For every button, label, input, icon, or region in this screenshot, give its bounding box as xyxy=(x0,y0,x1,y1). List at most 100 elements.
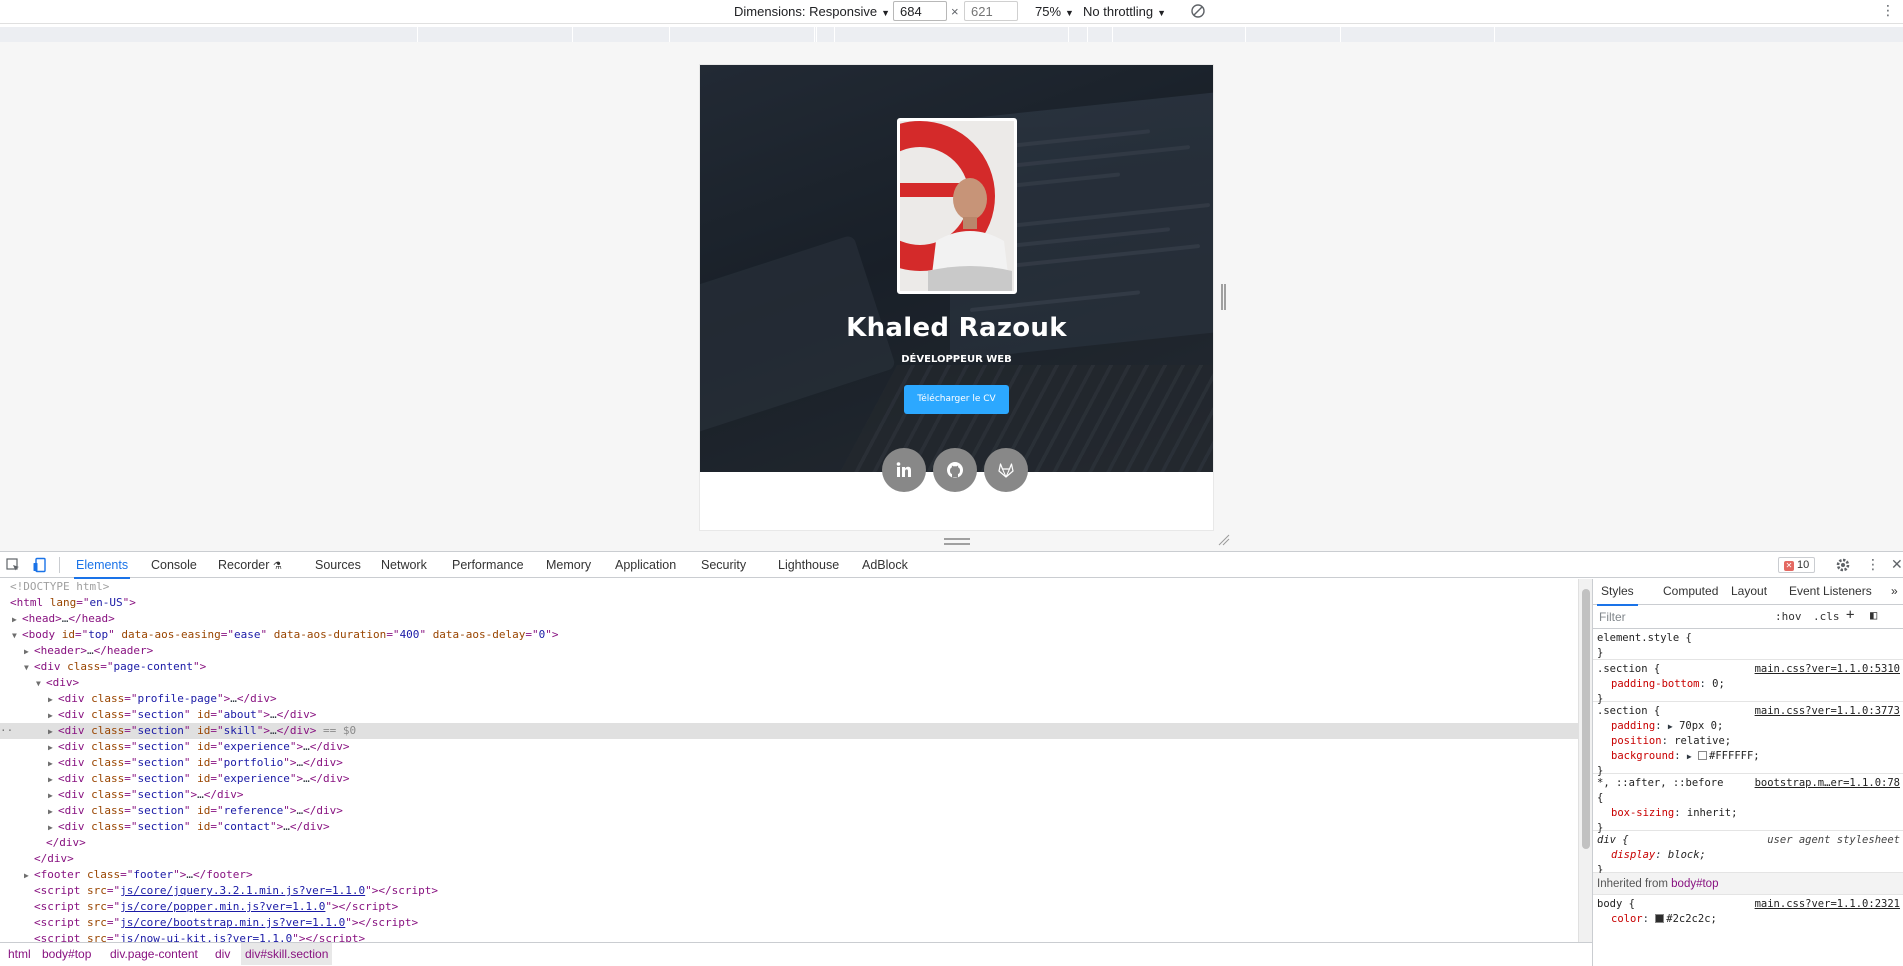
class-toggle[interactable]: .cls xyxy=(1813,610,1840,623)
expand-triangle-icon[interactable]: ▶ xyxy=(24,644,34,660)
expand-triangle-icon[interactable]: ▶ xyxy=(48,788,58,804)
more-options-icon[interactable]: ⋮ xyxy=(1866,556,1880,573)
height-input[interactable] xyxy=(964,1,1018,21)
node-actions-icon[interactable]: ·· xyxy=(0,723,13,739)
expand-triangle-icon[interactable]: ▶ xyxy=(12,612,22,628)
dom-node-script[interactable]: <script src="js/core/popper.min.js?ver=1… xyxy=(0,899,1578,915)
expand-triangle-icon[interactable]: ▶ xyxy=(48,820,58,836)
dom-node-section-skill[interactable]: ·· ▶ <div class="section" id="skill">…</d… xyxy=(0,723,1578,739)
close-icon[interactable]: ✕ xyxy=(1891,556,1903,573)
expand-triangle-icon[interactable]: ▶ xyxy=(24,868,34,884)
expand-triangle-icon[interactable]: ▶ xyxy=(48,692,58,708)
tab-sources[interactable]: Sources xyxy=(315,558,361,572)
tab-computed[interactable]: Computed xyxy=(1663,584,1718,598)
scrollbar-thumb[interactable] xyxy=(1582,589,1590,849)
tab-performance[interactable]: Performance xyxy=(452,558,524,572)
dom-node-header[interactable]: ▶ <header>…</header> xyxy=(0,643,1578,659)
tab-event-listeners[interactable]: Event Listeners xyxy=(1789,584,1872,598)
hover-state-toggle[interactable]: :hov xyxy=(1775,610,1802,623)
expand-triangle-icon[interactable]: ▶ xyxy=(48,756,58,772)
tab-layout[interactable]: Layout xyxy=(1731,584,1767,598)
github-button[interactable] xyxy=(933,448,977,492)
color-swatch[interactable] xyxy=(1655,914,1665,923)
linkedin-button[interactable] xyxy=(882,448,926,492)
rule-source-link[interactable]: bootstrap.m…er=1.1.0:78 xyxy=(1755,776,1900,791)
breadcrumb-skill-section[interactable]: div#skill.section xyxy=(241,943,333,965)
dom-node-section-experience[interactable]: ▶ <div class="section" id="experience">…<… xyxy=(0,771,1578,787)
styles-filter-input[interactable]: Filter xyxy=(1599,610,1626,624)
dom-node-section-portfolio[interactable]: ▶ <div class="section" id="portfolio">…</… xyxy=(0,755,1578,771)
dom-node-profile-page[interactable]: ▶ <div class="profile-page">…</div> xyxy=(0,691,1578,707)
rule-source-link[interactable]: main.css?ver=1.1.0:3773 xyxy=(1755,704,1900,719)
dom-node-div[interactable]: ▼ <div> xyxy=(0,675,1578,691)
dom-node-body[interactable]: ▼ <body id="top" data-aos-easing="ease" d… xyxy=(0,627,1578,643)
dom-node-doctype[interactable]: <!DOCTYPE html> xyxy=(0,579,1578,595)
dom-tree-scrollbar[interactable] xyxy=(1578,579,1592,942)
gear-icon[interactable] xyxy=(1835,557,1851,573)
dom-node-script[interactable]: <script src="js/now-ui-kit.js?ver=1.1.0"… xyxy=(0,931,1578,942)
tab-elements[interactable]: Elements xyxy=(73,558,131,579)
dimensions-dropdown[interactable]: Dimensions: Responsive ▼ xyxy=(734,4,890,19)
tab-application[interactable]: Application xyxy=(615,558,676,572)
dom-node-script[interactable]: <script src="js/core/jquery.3.2.1.min.js… xyxy=(0,883,1578,899)
tab-lighthouse[interactable]: Lighthouse xyxy=(778,558,839,572)
tab-security[interactable]: Security xyxy=(701,558,746,572)
expand-triangle-icon[interactable]: ▶ xyxy=(48,724,58,740)
dom-tree[interactable]: <!DOCTYPE html> <html lang="en-US"> ▶ <he… xyxy=(0,579,1578,942)
inherited-from-link[interactable]: body#top xyxy=(1671,878,1718,890)
viewport-resize-corner-icon[interactable] xyxy=(1218,534,1230,546)
tab-adblock[interactable]: AdBlock xyxy=(862,558,908,572)
download-cv-button[interactable]: Télécharger le CV xyxy=(904,385,1009,414)
expand-triangle-icon[interactable]: ▶ xyxy=(48,772,58,788)
tab-styles[interactable]: Styles xyxy=(1597,584,1638,606)
tab-network[interactable]: Network xyxy=(381,558,427,572)
dom-node-html[interactable]: <html lang="en-US"> xyxy=(0,595,1578,611)
breadcrumb-div[interactable]: div xyxy=(211,943,234,965)
rule-source-link[interactable]: main.css?ver=1.1.0:2321 xyxy=(1755,897,1900,912)
inspect-element-icon[interactable] xyxy=(5,557,21,573)
collapse-triangle-icon[interactable]: ▼ xyxy=(36,676,46,692)
more-options-icon[interactable]: ⋮ xyxy=(1881,2,1895,19)
breadcrumb-page-content[interactable]: div.page-content xyxy=(106,943,202,965)
dom-node-section-contact[interactable]: ▶ <div class="section" id="contact">…</di… xyxy=(0,819,1578,835)
expand-triangle-icon[interactable]: ▶ xyxy=(48,804,58,820)
device-toolbar-toggle-icon[interactable] xyxy=(32,557,48,573)
dom-node-section[interactable]: ▶ <div class="section">…</div> xyxy=(0,787,1578,803)
dom-node-script[interactable]: <script src="js/core/bootstrap.min.js?ve… xyxy=(0,915,1578,931)
new-rule-icon[interactable]: + xyxy=(1846,607,1854,623)
rotate-icon[interactable] xyxy=(1190,3,1206,19)
collapse-triangle-icon[interactable]: ▼ xyxy=(24,660,34,676)
tab-recorder[interactable]: Recorder ⚗ xyxy=(218,558,282,572)
style-rule-div[interactable]: div { user agent stylesheet display: blo… xyxy=(1593,831,1903,876)
dom-node-close-div[interactable]: </div> xyxy=(0,835,1578,851)
tab-memory[interactable]: Memory xyxy=(546,558,591,572)
style-rule-section[interactable]: .section { main.css?ver=1.1.0:5310 paddi… xyxy=(1593,660,1903,705)
style-rule-section[interactable]: .section { main.css?ver=1.1.0:3773 paddi… xyxy=(1593,702,1903,777)
dom-node-close-div[interactable]: </div> xyxy=(0,851,1578,867)
dom-node-head[interactable]: ▶ <head>…</head> xyxy=(0,611,1578,627)
dom-node-page-content[interactable]: ▼ <div class="page-content"> xyxy=(0,659,1578,675)
color-swatch[interactable] xyxy=(1698,751,1708,760)
rule-source-link[interactable]: main.css?ver=1.1.0:5310 xyxy=(1755,662,1900,677)
style-rule-body[interactable]: body { main.css?ver=1.1.0:2321 color: #2… xyxy=(1593,895,1903,935)
breadcrumb-body[interactable]: body#top xyxy=(38,943,95,965)
collapse-triangle-icon[interactable]: ▼ xyxy=(12,628,22,644)
viewport-resize-handle-bottom[interactable] xyxy=(944,538,970,545)
viewport-resize-handle-right[interactable] xyxy=(1221,284,1226,310)
throttling-dropdown[interactable]: No throttling ▼ xyxy=(1083,4,1166,19)
dom-node-section-about[interactable]: ▶ <div class="section" id="about">…</div> xyxy=(0,707,1578,723)
media-query-bar[interactable] xyxy=(0,27,1903,42)
style-rule-element[interactable]: element.style { } xyxy=(1593,629,1903,660)
dom-node-section-experience[interactable]: ▶ <div class="section" id="experience">…<… xyxy=(0,739,1578,755)
expand-triangle-icon[interactable]: ▶ xyxy=(48,740,58,756)
expand-triangle-icon[interactable]: ▶ xyxy=(48,708,58,724)
gitlab-button[interactable] xyxy=(984,448,1028,492)
zoom-dropdown[interactable]: 75% ▼ xyxy=(1035,4,1074,19)
error-count-badge[interactable]: ✕ 10 xyxy=(1778,557,1816,573)
style-rule-universal[interactable]: *, ::after, ::before bootstrap.m…er=1.1.… xyxy=(1593,774,1903,834)
dom-node-section-reference[interactable]: ▶ <div class="section" id="reference">…</… xyxy=(0,803,1578,819)
tab-console[interactable]: Console xyxy=(151,558,197,572)
toggle-sidebar-icon[interactable]: ◧ xyxy=(1870,608,1877,622)
width-input[interactable] xyxy=(893,1,947,21)
dom-node-footer[interactable]: ▶ <footer class="footer">…</footer> xyxy=(0,867,1578,883)
